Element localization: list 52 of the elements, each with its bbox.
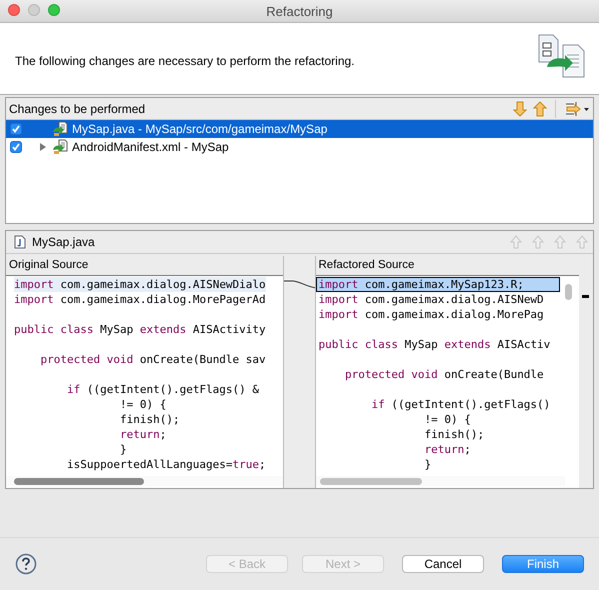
pane-header: Refactored Source: [316, 256, 580, 276]
navigation-icon[interactable]: [575, 235, 589, 249]
file-change-icon: [52, 139, 68, 155]
code-line: }: [118, 442, 127, 457]
filter-dropdown-icon[interactable]: [564, 100, 590, 116]
change-item[interactable]: MySap.java - MySap/src/com/gameimax/MySap: [6, 120, 593, 138]
window-title: Refactoring: [266, 4, 333, 18]
connector-line: [284, 280, 316, 289]
change-label: AndroidManifest.xml - MySap: [72, 140, 229, 154]
code-line: public class MySap extends AISActiv: [318, 337, 550, 352]
expand-icon[interactable]: [39, 142, 47, 152]
code-line: if ((getIntent().getFlags() &: [66, 382, 260, 397]
code-line: finish();: [118, 412, 180, 427]
navigation-icon[interactable]: [553, 235, 567, 249]
vertical-scrollbar[interactable]: [565, 284, 572, 300]
code-line: != 0) {: [423, 412, 471, 427]
code-line: return;: [423, 442, 471, 457]
code-line: return;: [118, 427, 166, 442]
file-name: MySap.java: [32, 235, 95, 249]
checkbox[interactable]: [10, 141, 22, 153]
code-line: isSuppoertedAllLanguages=true;: [66, 457, 266, 472]
dialog-button[interactable]: Cancel: [402, 555, 484, 573]
change-marker: [582, 295, 590, 298]
navigation-icon[interactable]: [531, 235, 545, 249]
close-button[interactable]: [8, 4, 20, 16]
code-line: import com.gameimax.dialog.MorePag: [318, 307, 544, 322]
down-arrow-icon[interactable]: [513, 100, 527, 116]
dialog-button[interactable]: Finish: [502, 555, 584, 573]
horizontal-scrollbar[interactable]: [316, 476, 566, 486]
code-line: import com.gameimax.dialog.MorePagerAd: [14, 292, 266, 307]
code-line: import com.gameimax.dialog.AISNewD: [318, 292, 544, 307]
description-text: The following changes are necessary to perform the refactoring.: [15, 54, 355, 68]
change-item[interactable]: AndroidManifest.xml - MySap: [6, 138, 593, 156]
navigation-icon[interactable]: [509, 235, 523, 249]
code-line: }: [423, 457, 432, 472]
help-button[interactable]: [15, 553, 37, 575]
zoom-button[interactable]: [48, 4, 60, 16]
up-arrow-icon[interactable]: [533, 100, 547, 116]
checkbox[interactable]: [10, 123, 22, 135]
panel-title: Changes to be performed: [9, 102, 146, 116]
java-file-icon: [14, 235, 26, 249]
code-line: finish();: [423, 427, 484, 442]
pane-header: Original Source: [6, 256, 282, 276]
code-line: protected void onCreate(Bundle sav: [39, 352, 266, 367]
code-line: protected void onCreate(Bundle: [344, 367, 544, 382]
code-line: if ((getIntent().getFlags(): [370, 397, 550, 412]
code-line: != 0) {: [118, 397, 166, 412]
code-line: public class MySap extends AISActivity: [14, 322, 266, 337]
file-change-icon: [52, 121, 68, 137]
minimize-button[interactable]: [28, 4, 40, 16]
change-label: MySap.java - MySap/src/com/gameimax/MySap: [72, 122, 328, 136]
horizontal-scrollbar[interactable]: [6, 476, 282, 486]
